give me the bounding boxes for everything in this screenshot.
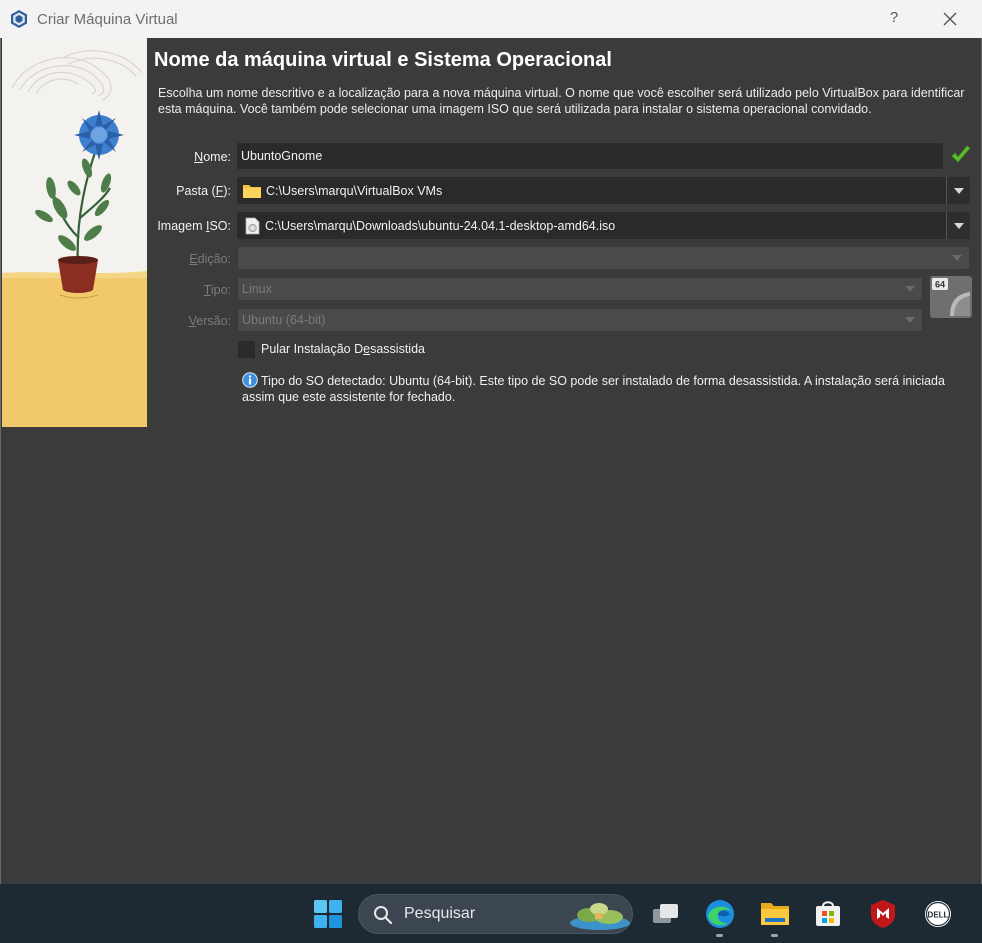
disc-file-icon (245, 217, 260, 234)
name-value: UbuntoGnome (241, 149, 323, 163)
skip-unattended-checkbox[interactable] (238, 341, 255, 358)
task-view-button[interactable] (646, 884, 686, 943)
version-select[interactable]: Ubuntu (64-bit) (238, 309, 922, 331)
name-label: Nome: (194, 150, 231, 164)
edition-select[interactable] (238, 247, 969, 269)
search-placeholder: Pesquisar (404, 905, 476, 922)
valid-check-icon (951, 145, 971, 163)
dell-button[interactable]: DELL (918, 884, 958, 943)
search-icon (374, 906, 393, 925)
title-bar: Criar Máquina Virtual ? (0, 0, 982, 38)
store-button[interactable] (808, 884, 848, 943)
iso-select[interactable]: C:\Users\marqu\Downloads\ubuntu-24.04.1-… (237, 212, 970, 239)
file-explorer-icon (761, 902, 789, 925)
version-dropdown-button[interactable] (898, 309, 922, 331)
skip-unattended-label[interactable]: Pular Instalação Desassistida (261, 342, 425, 356)
folder-select[interactable]: C:\Users\marqu\VirtualBox VMs (237, 177, 970, 204)
edition-dropdown-button[interactable] (945, 247, 969, 269)
page-title: Nome da máquina virtual e Sistema Operac… (154, 49, 612, 71)
folder-icon (243, 184, 261, 198)
taskbar-search[interactable]: Pesquisar (358, 894, 633, 934)
os-type-icon: 64 (930, 276, 972, 318)
iso-label: Imagem ISO: (157, 219, 231, 233)
virtualbox-icon (11, 10, 27, 28)
search-highlight-icon (570, 903, 630, 930)
iso-dropdown-button[interactable] (946, 212, 970, 239)
chevron-down-icon (905, 317, 915, 323)
chevron-down-icon (953, 222, 964, 229)
folder-dropdown-button[interactable] (946, 177, 970, 204)
taskbar: Pesquisar DELL (0, 884, 982, 943)
edge-running-indicator (716, 934, 723, 937)
type-value: Linux (242, 282, 272, 296)
start-button[interactable] (311, 884, 345, 943)
mcafee-button[interactable] (863, 884, 903, 943)
task-view-icon (653, 903, 678, 923)
os-badge-label: 64 (935, 280, 945, 290)
page-description: Escolha um nome descritivo e a localizaç… (158, 86, 965, 116)
edition-label: Edição: (189, 252, 231, 266)
name-input[interactable]: UbuntoGnome (237, 143, 943, 169)
version-label: Versão: (188, 314, 231, 328)
dell-icon: DELL (925, 900, 951, 927)
chevron-down-icon (952, 255, 962, 261)
explorer-running-indicator (771, 934, 778, 937)
type-label: Tipo: (203, 283, 231, 297)
start-icon (314, 899, 342, 928)
edge-icon (706, 899, 734, 928)
window-title: Criar Máquina Virtual (37, 10, 178, 28)
type-dropdown-button[interactable] (898, 278, 922, 300)
os-detected-info: Tipo do SO detectado: Ubuntu (64-bit). E… (242, 374, 945, 404)
folder-label: Pasta (F): (176, 184, 231, 198)
overflow-app-button[interactable] (970, 884, 982, 943)
close-icon[interactable] (936, 6, 964, 32)
version-value: Ubuntu (64-bit) (242, 313, 326, 327)
chevron-down-icon (905, 286, 915, 292)
help-button[interactable]: ? (886, 9, 902, 26)
chevron-down-icon (953, 187, 964, 194)
mcafee-icon (871, 899, 895, 928)
type-select[interactable]: Linux (238, 278, 922, 300)
iso-value: C:\Users\marqu\Downloads\ubuntu-24.04.1-… (265, 218, 616, 233)
folder-value: C:\Users\marqu\VirtualBox VMs (266, 183, 443, 198)
svg-text:DELL: DELL (928, 910, 949, 919)
store-icon (816, 900, 840, 926)
wizard-window: Nome da máquina virtual e Sistema Operac… (0, 38, 982, 884)
